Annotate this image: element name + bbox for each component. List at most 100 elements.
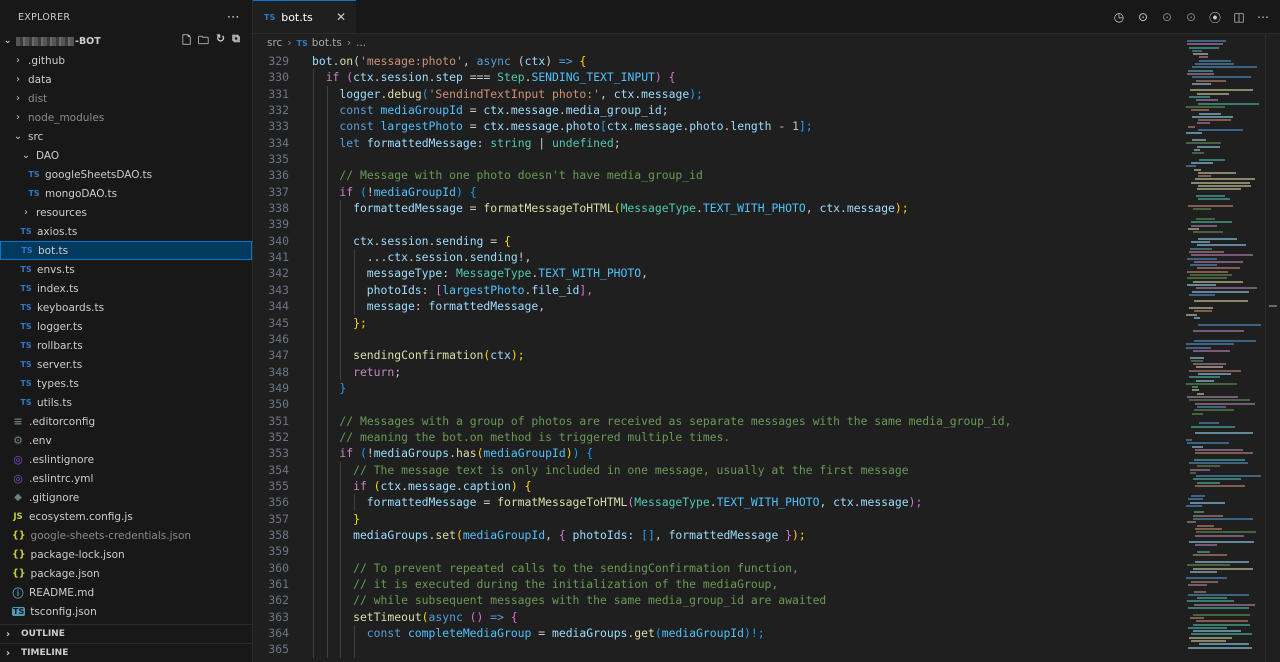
code-token: has xyxy=(455,446,477,461)
tree-item-logger-ts[interactable]: TS logger.ts xyxy=(0,317,252,336)
tree-item-env[interactable]: ⚙ .env xyxy=(0,431,252,450)
tree-item-envs-ts[interactable]: TS envs.ts xyxy=(0,260,252,279)
code-line: 330 if (ctx.session.step === Step.SENDING… xyxy=(253,69,1185,86)
indent-guide xyxy=(313,249,314,266)
indent-guide xyxy=(313,576,314,593)
minimap-line xyxy=(1192,76,1251,79)
code-token: - xyxy=(771,119,793,134)
code-text: } xyxy=(312,510,360,527)
tree-item-github[interactable]: › .github xyxy=(0,51,252,70)
minimap-line xyxy=(1189,307,1213,310)
indent-guide xyxy=(326,510,328,527)
code-line: 349} xyxy=(253,379,1185,397)
minimap-line xyxy=(1188,69,1213,72)
code-token: Step xyxy=(497,70,525,85)
code-token: photoIds: xyxy=(565,527,642,542)
code-token: MessageType xyxy=(455,266,532,281)
minimap-line xyxy=(1188,626,1227,629)
breadcrumb-symbol[interactable]: ... xyxy=(356,37,366,49)
go-forward-icon[interactable]: ⊙ xyxy=(1160,10,1174,24)
code-token: message xyxy=(634,119,683,134)
tree-item-dist[interactable]: › dist xyxy=(0,89,252,108)
tree-item-data[interactable]: › data xyxy=(0,70,252,89)
code-token: ; xyxy=(661,103,669,118)
tree-item-readme-md[interactable]: ⓘ README.md xyxy=(0,583,252,602)
tree-item-eslintrc-yml[interactable]: ◎ .eslintrc.yml xyxy=(0,469,252,488)
line-number: 341 xyxy=(268,250,289,265)
tree-item-package-lock-json[interactable]: {} package-lock.json xyxy=(0,545,252,564)
history-icon[interactable]: ◷ xyxy=(1112,10,1126,24)
go-back-icon[interactable]: ⊙ xyxy=(1136,10,1150,24)
timeline-panel-header[interactable]: › TIMELINE xyxy=(0,643,252,662)
collapse-all-icon[interactable]: ⧉ xyxy=(232,32,240,51)
split-editor-icon[interactable]: ◫ xyxy=(1232,10,1246,24)
new-file-icon[interactable]: 🗋 xyxy=(182,32,191,51)
tree-item-editorconfig[interactable]: ≡ .editorconfig xyxy=(0,412,252,431)
tree-item-package-json[interactable]: {} package.json xyxy=(0,564,252,583)
tree-item-node-modules[interactable]: › node_modules xyxy=(0,108,252,127)
tree-item-googlesheetsdao-ts[interactable]: TS googleSheetsDAO.ts xyxy=(0,165,252,184)
code-line: 336 // Message with one photo doesn't hav… xyxy=(253,167,1185,184)
ellipsis-icon[interactable]: ⋯ xyxy=(227,10,240,25)
code-token: = xyxy=(462,119,484,134)
code-text xyxy=(312,151,339,168)
minimap-line xyxy=(1187,277,1227,280)
minimap-line xyxy=(1195,402,1255,405)
code-text: // meaning the bot.on method is triggere… xyxy=(312,428,730,446)
minimap-line xyxy=(1194,603,1255,606)
minimap-line xyxy=(1187,564,1230,567)
tree-item-src[interactable]: ⌄ src xyxy=(0,127,252,146)
more-actions-icon[interactable]: ⋯ xyxy=(1256,10,1270,24)
tree-item-ecosystem-config-js[interactable]: JS ecosystem.config.js xyxy=(0,507,252,526)
line-number: 362 xyxy=(268,593,289,608)
project-root[interactable]: ⌄ -BOT 🗋 🗀 ↻ ⧉ xyxy=(0,32,252,51)
code-token: , xyxy=(538,299,546,314)
code-token: sending xyxy=(469,250,518,265)
code-text: const completeMediaGroup = mediaGroups.g… xyxy=(312,625,765,642)
minimap[interactable] xyxy=(1186,40,1266,660)
tree-item-label: keyboards.ts xyxy=(37,301,105,314)
vertical-scrollbar[interactable] xyxy=(1265,34,1280,662)
close-icon[interactable]: ✕ xyxy=(336,10,346,24)
minimap-line xyxy=(1188,125,1195,128)
code-view[interactable]: 329 bot.on('message:photo', async (ctx) =… xyxy=(253,53,1185,658)
minimap-line xyxy=(1197,122,1210,125)
code-token: photoIds xyxy=(366,282,422,297)
chevron-right-icon: › xyxy=(16,93,20,104)
code-line: 356 formattedMessage = formatMessageToHTM… xyxy=(253,494,1185,511)
tree-item-tsconfig-json[interactable]: TS tsconfig.json xyxy=(0,602,252,621)
breadcrumb-folder[interactable]: src xyxy=(267,37,282,49)
tree-item-dao[interactable]: ⌄ DAO xyxy=(0,146,252,165)
code-token: ctx xyxy=(524,54,546,68)
refresh-icon[interactable]: ↻ xyxy=(216,32,225,51)
indent-guide xyxy=(340,232,342,250)
tree-item-axios-ts[interactable]: TS axios.ts xyxy=(0,222,252,241)
tree-item-types-ts[interactable]: TS types.ts xyxy=(0,374,252,393)
new-folder-icon[interactable]: 🗀 xyxy=(198,32,209,51)
code-token: ! xyxy=(366,184,374,199)
tab-bot-ts[interactable]: TS bot.ts ✕ xyxy=(253,0,356,33)
tree-item-keyboards-ts[interactable]: TS keyboards.ts xyxy=(0,298,252,317)
code-text: // Message with one photo doesn't have m… xyxy=(312,167,703,184)
go-forward-alt-icon[interactable]: ⊙ xyxy=(1184,10,1198,24)
code-token: . xyxy=(401,478,408,493)
indent-guide xyxy=(326,281,328,299)
tree-item-bot-ts[interactable]: TS bot.ts xyxy=(0,241,252,260)
tree-item-utils-ts[interactable]: TS utils.ts xyxy=(0,393,252,412)
tree-item-server-ts[interactable]: TS server.ts xyxy=(0,355,252,374)
tree-item-eslintignore[interactable]: ◎ .eslintignore xyxy=(0,450,252,469)
code-token: ( xyxy=(613,201,621,216)
tree-item-gitignore[interactable]: ◆ .gitignore xyxy=(0,488,252,507)
tree-item-google-sheets-credentials-json[interactable]: {} google-sheets-credentials.json xyxy=(0,526,252,545)
breadcrumb-file[interactable]: bot.ts xyxy=(312,37,342,49)
code-token: session xyxy=(380,70,429,85)
tree-item-index-ts[interactable]: TS index.ts xyxy=(0,279,252,298)
tree-item-mongodao-ts[interactable]: TS mongoDAO.ts xyxy=(0,184,252,203)
line-number: 333 xyxy=(268,119,289,134)
code-token: , xyxy=(654,527,669,542)
gitlens-icon[interactable]: ⦿ xyxy=(1208,9,1222,26)
tree-item-rollbar-ts[interactable]: TS rollbar.ts xyxy=(0,336,252,355)
tree-item-resources[interactable]: › resources xyxy=(0,203,252,222)
outline-panel-header[interactable]: › OUTLINE xyxy=(0,624,252,643)
tree-item-label: bot.ts xyxy=(38,244,69,257)
